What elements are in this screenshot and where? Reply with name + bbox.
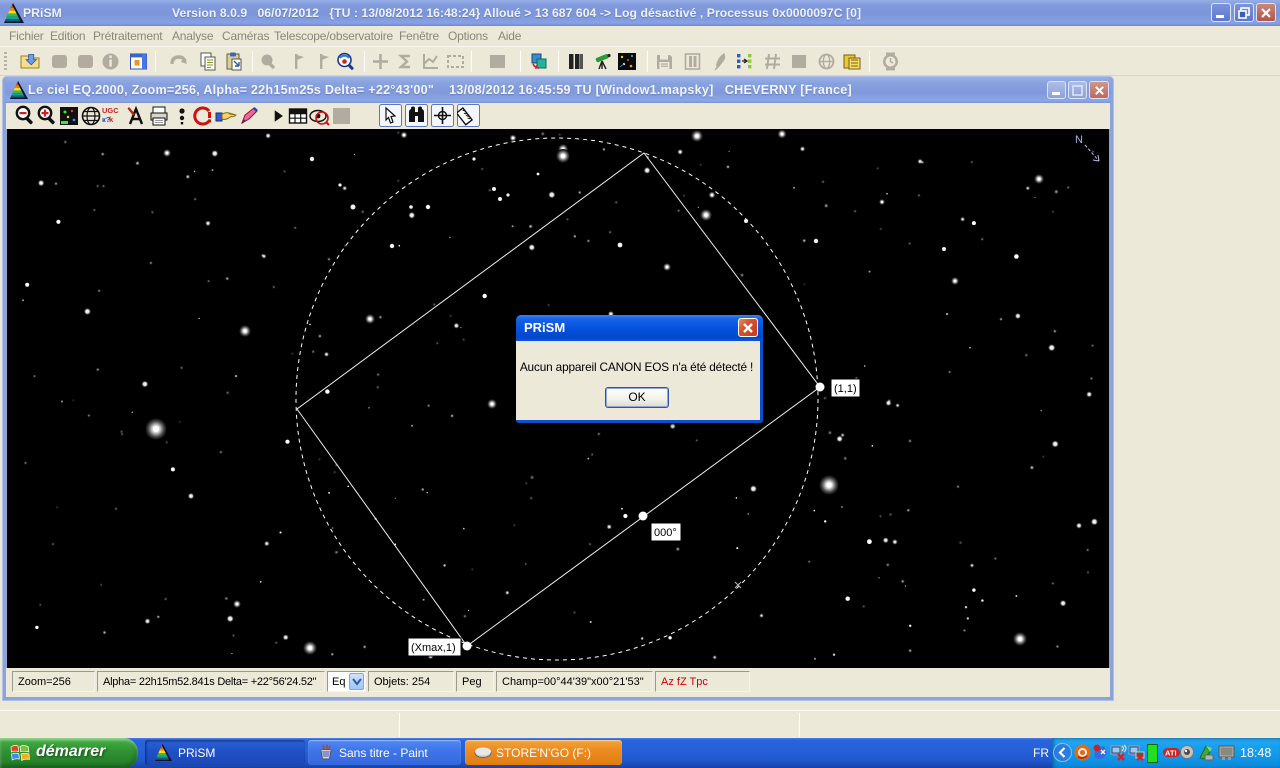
svg-text:000°: 000° [654, 527, 677, 539]
svg-text:(1,1): (1,1) [834, 383, 857, 395]
svg-text:ATI: ATI [1165, 749, 1177, 758]
svg-text:UGC: UGC [102, 106, 119, 115]
svg-text:(Xmax,1): (Xmax,1) [411, 642, 456, 654]
svg-text:N: N [1075, 134, 1083, 146]
svg-text:k: k [109, 115, 114, 124]
